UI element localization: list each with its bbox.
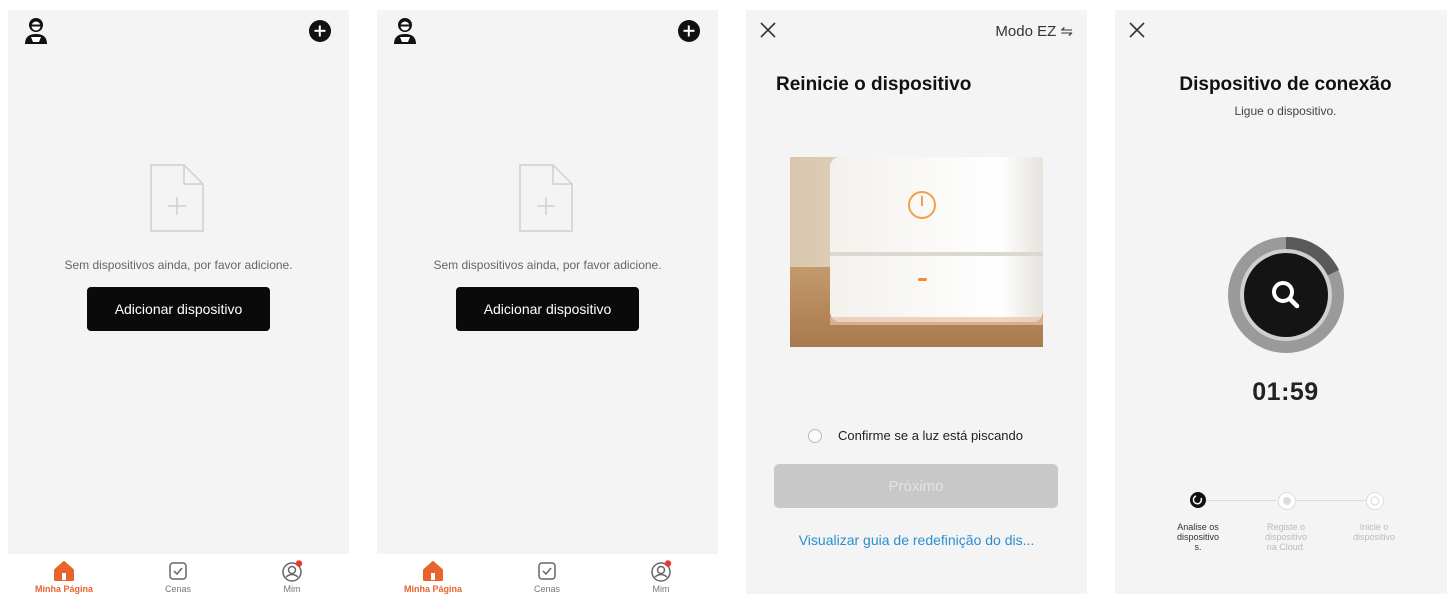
empty-document-icon: [519, 164, 573, 232]
countdown-timer: 01:59: [1252, 378, 1319, 406]
tab-me[interactable]: Mim: [621, 560, 701, 594]
empty-document-icon: [150, 164, 204, 232]
step-scan-icon: [1190, 492, 1206, 508]
tab-scenes[interactable]: Cenas: [507, 560, 587, 594]
tab-home-label: Minha Página: [403, 584, 462, 594]
home-icon: [423, 561, 443, 581]
reset-device-screen: Modo EZ ⇋ Reinicie o dispositivo Confirm…: [746, 10, 1087, 594]
tab-me-label: Mim: [652, 584, 670, 594]
tab-bar: Minha Página Cenas Mim: [8, 554, 349, 594]
add-circle-icon[interactable]: [309, 20, 331, 42]
tab-bar: Minha Página Cenas Mim: [377, 554, 718, 594]
step-label-scan: Analise os dispositivo s.: [1176, 522, 1220, 552]
step-connector: [1205, 500, 1277, 501]
confirm-radio[interactable]: [808, 428, 822, 443]
home-screen-1: Sem dispositivos ainda, por favor adicio…: [8, 10, 349, 594]
add-circle-icon[interactable]: [678, 20, 700, 42]
ez-mode-switch[interactable]: Modo EZ ⇋: [995, 22, 1073, 40]
profile-icon: [282, 560, 303, 582]
tab-scenes-label: Cenas: [164, 584, 191, 594]
step-label-cloud: Registe o dispositivo na Cloud.: [1264, 522, 1308, 552]
tab-home-label: Minha Página: [34, 584, 93, 594]
scan-progress-ring: [1228, 236, 1344, 353]
step-cloud-icon: [1278, 492, 1296, 510]
confirm-light-option[interactable]: Confirme se a luz está piscando: [808, 428, 1023, 443]
scenes-check-icon: [169, 562, 187, 580]
add-device-button[interactable]: Adicionar dispositivo: [87, 287, 270, 331]
empty-state-text: Sem dispositivos ainda, por favor adicio…: [64, 258, 293, 272]
device-photo: [790, 157, 1043, 347]
step-connector: [1295, 500, 1367, 501]
tab-scenes[interactable]: Cenas: [138, 560, 218, 594]
tab-home[interactable]: Minha Página: [393, 560, 473, 594]
avatar-icon[interactable]: [22, 16, 50, 46]
connecting-screen: Dispositivo de conexão Ligue o dispositi…: [1115, 10, 1447, 594]
scenes-check-icon: [538, 562, 556, 580]
page-title: Dispositivo de conexão: [1179, 74, 1392, 95]
page-subtitle: Ligue o dispositivo.: [1234, 104, 1337, 118]
page-title: Reinicie o dispositivo: [776, 74, 972, 95]
step-label-start: Inicie o dispositivo: [1352, 522, 1396, 542]
confirm-label: Confirme se a luz está piscando: [838, 428, 1023, 443]
tab-home[interactable]: Minha Página: [24, 560, 104, 594]
tab-me[interactable]: Mim: [252, 560, 332, 594]
next-button[interactable]: Próximo: [774, 464, 1058, 508]
close-icon[interactable]: [758, 20, 778, 40]
add-device-button[interactable]: Adicionar dispositivo: [456, 287, 639, 331]
close-icon[interactable]: [1127, 20, 1147, 40]
step-start-icon: [1366, 492, 1384, 510]
home-screen-2: Sem dispositivos ainda, por favor adicio…: [377, 10, 718, 594]
avatar-icon[interactable]: [391, 16, 419, 46]
home-icon: [54, 561, 74, 581]
profile-icon: [651, 560, 672, 582]
reset-guide-link[interactable]: Visualizar guia de redefinição do dis...: [746, 532, 1087, 548]
tab-scenes-label: Cenas: [533, 584, 560, 594]
empty-state-text: Sem dispositivos ainda, por favor adicio…: [433, 258, 662, 272]
tab-me-label: Mim: [283, 584, 301, 594]
